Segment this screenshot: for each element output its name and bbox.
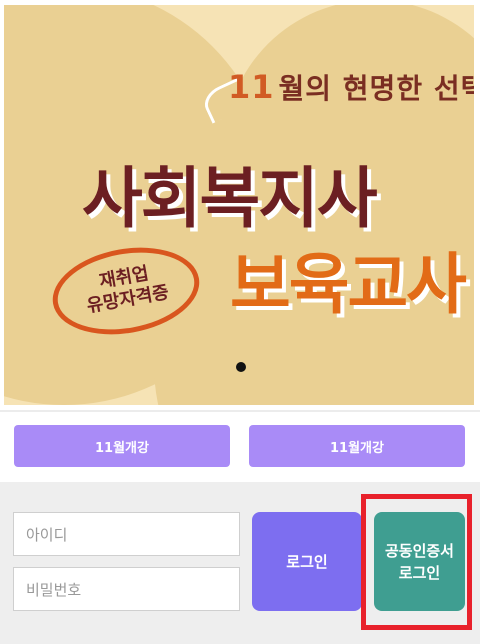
course-open-button-right[interactable]: 11월개강 (249, 425, 465, 467)
divider (0, 410, 480, 412)
password-input[interactable]: 비밀번호 (13, 567, 240, 611)
id-input[interactable]: 아이디 (13, 512, 240, 556)
cert-label-line2: 로그인 (398, 563, 441, 582)
banner-subtitle: 11 월의 현명한 선택 (228, 67, 474, 107)
banner-title-line2: 보육교사 (230, 246, 467, 323)
course-open-button-left[interactable]: 11월개강 (14, 425, 230, 467)
certificate-login-button[interactable]: 공동인증서 로그인 (374, 512, 465, 611)
banner-title-line1: 사회복지사 (82, 160, 378, 237)
banner-subtitle-number: 11 (228, 68, 275, 106)
carousel-dot[interactable] (236, 362, 246, 372)
banner-subtitle-text: 월의 현명한 선택 (278, 72, 474, 105)
cert-label-line1: 공동인증서 (384, 541, 454, 560)
promo-banner[interactable]: 11 월의 현명한 선택 사회복지사 보육교사 재취업 유망자격증 (4, 5, 474, 405)
login-button[interactable]: 로그인 (252, 512, 362, 611)
